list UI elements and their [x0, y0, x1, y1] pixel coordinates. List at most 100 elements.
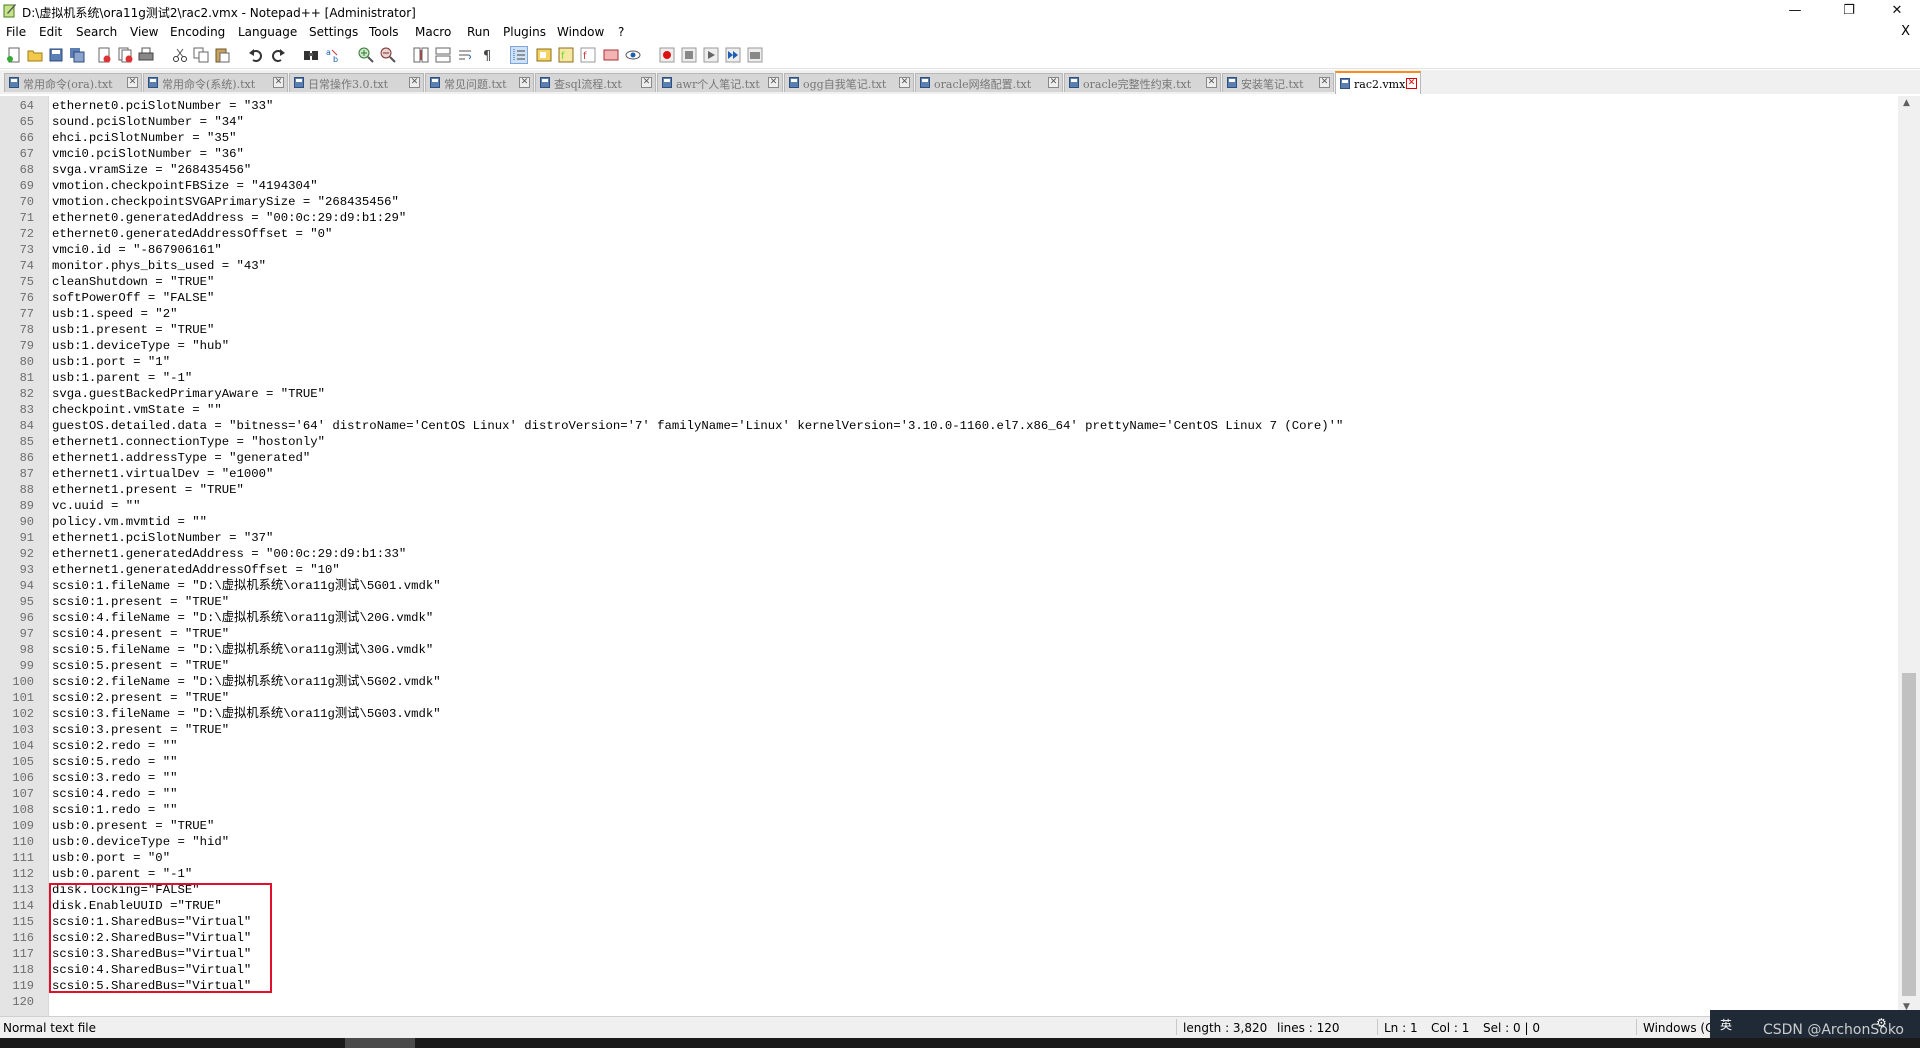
paste-icon[interactable] [214, 47, 230, 63]
vertical-scrollbar[interactable]: ▲ ▼ [1898, 96, 1920, 1016]
tab-close-icon[interactable]: ✕ [409, 77, 420, 88]
status-sel: Sel : 0 | 0 [1483, 1021, 1540, 1035]
open-file-icon[interactable] [27, 47, 43, 63]
indent-guide-icon[interactable] [510, 46, 528, 64]
find-icon[interactable] [303, 47, 319, 63]
code-line: usb:1.deviceType = "hub" [52, 339, 230, 353]
function-list-icon[interactable]: f [558, 47, 574, 63]
tab-close-icon[interactable]: ✕ [519, 77, 530, 88]
scroll-up-arrow-icon[interactable]: ▲ [1903, 98, 1910, 108]
menu-file[interactable]: File [6, 25, 26, 39]
undo-icon[interactable] [248, 47, 264, 63]
print-icon[interactable] [138, 47, 154, 63]
scrollbar-thumb[interactable] [1902, 673, 1916, 996]
monitoring-icon[interactable] [603, 47, 619, 63]
line-number: 102 [12, 707, 34, 721]
code-line: scsi0:1.present = "TRUE" [52, 595, 230, 609]
editor[interactable]: 64 65 66 67 68 69 70 71 72 73 74 75 76 77 78 79 80 81 82 83… [0, 96, 1898, 1016]
file-icon [294, 77, 304, 88]
new-file-icon[interactable] [6, 47, 22, 63]
close-all-icon[interactable] [117, 47, 133, 63]
line-number: 117 [12, 947, 34, 961]
stop-record-icon[interactable] [681, 47, 697, 63]
sync-vertical-icon[interactable] [413, 47, 429, 63]
close-icon[interactable] [96, 47, 112, 63]
close-document-button[interactable]: X [1901, 24, 1910, 39]
zoom-in-icon[interactable] [358, 47, 374, 63]
tab-2[interactable]: 常用命令(系统).txt ✕ [143, 73, 288, 92]
tab-close-icon[interactable]: ✕ [641, 77, 652, 88]
tab-close-icon[interactable]: ✕ [273, 77, 284, 88]
run-macro-multiple-icon[interactable] [725, 47, 741, 63]
save-macro-icon[interactable] [747, 47, 763, 63]
menu-help[interactable]: ? [618, 25, 624, 39]
menu-run[interactable]: Run [467, 25, 490, 39]
taskbar-active-item[interactable] [345, 1038, 415, 1048]
tab-9[interactable]: oracle完整性约束.txt ✕ [1064, 73, 1221, 92]
sync-horizontal-icon[interactable] [435, 47, 451, 63]
tab-7[interactable]: ogg自我笔记.txt ✕ [784, 73, 914, 92]
line-number: 70 [19, 195, 34, 209]
menu-tools[interactable]: Tools [369, 25, 399, 39]
taskbar [0, 1038, 1920, 1048]
menu-encoding[interactable]: Encoding [170, 25, 225, 39]
code-line: usb:1.speed = "2" [52, 307, 178, 321]
zoom-out-icon[interactable] [380, 47, 396, 63]
tab-close-icon[interactable]: ✕ [1206, 77, 1217, 88]
tab-close-icon[interactable]: ✕ [127, 77, 138, 88]
cut-icon[interactable] [172, 47, 188, 63]
folder-workspace-icon[interactable]: f [580, 47, 596, 63]
save-all-icon[interactable] [69, 47, 85, 63]
menu-settings[interactable]: Settings [309, 25, 358, 39]
file-icon [1069, 77, 1079, 88]
tab-close-icon[interactable]: ✕ [1048, 77, 1059, 88]
show-all-chars-icon[interactable]: ¶ [480, 47, 496, 63]
menu-bar: File Edit Search View Encoding Language … [0, 22, 1920, 42]
redo-icon[interactable] [270, 47, 286, 63]
tab-close-icon[interactable]: ✕ [899, 77, 910, 88]
eye-icon[interactable] [625, 47, 641, 63]
code-line: usb:0.port = "0" [52, 851, 171, 865]
tab-1[interactable]: 常用命令(ora).txt ✕ [4, 73, 142, 92]
close-window-button[interactable]: ✕ [1874, 0, 1920, 22]
tab-4[interactable]: 常见问题.txt ✕ [425, 73, 534, 92]
line-number: 97 [19, 627, 34, 641]
menu-macro[interactable]: Macro [415, 25, 451, 39]
tab-close-icon[interactable]: ✕ [1406, 78, 1417, 89]
line-number: 95 [19, 595, 34, 609]
menu-view[interactable]: View [130, 25, 158, 39]
word-wrap-icon[interactable] [457, 47, 473, 63]
code-line: scsi0:4.redo = "" [52, 787, 178, 801]
menu-plugins[interactable]: Plugins [503, 25, 546, 39]
menu-language[interactable]: Language [238, 25, 297, 39]
tab-5[interactable]: 查sql流程.txt ✕ [535, 73, 656, 92]
maximize-button[interactable]: ❐ [1826, 0, 1872, 22]
code-line: scsi0:3.fileName = "D:\虚拟机系统\ora11g测试\5G… [52, 707, 441, 721]
tab-6[interactable]: awr个人笔记.txt ✕ [657, 73, 783, 92]
tab-label: rac2.vmx [1354, 78, 1406, 91]
tab-11-active[interactable]: rac2.vmx ✕ [1335, 71, 1421, 94]
tab-close-icon[interactable]: ✕ [768, 77, 779, 88]
code-line: scsi0:2.present = "TRUE" [52, 691, 230, 705]
code-line: sound.pciSlotNumber = "34" [52, 115, 244, 129]
tab-10[interactable]: 安装笔记.txt ✕ [1222, 73, 1334, 92]
document-map-icon[interactable] [536, 47, 552, 63]
tab-3[interactable]: 日常操作3.0.txt ✕ [289, 73, 424, 92]
replace-icon[interactable]: ab [325, 47, 341, 63]
copy-icon[interactable] [193, 47, 209, 63]
menu-edit[interactable]: Edit [39, 25, 62, 39]
tab-close-icon[interactable]: ✕ [1319, 77, 1330, 88]
menu-search[interactable]: Search [76, 25, 117, 39]
ime-indicator[interactable]: 英 [1720, 1016, 1732, 1033]
code-line: ethernet0.pciSlotNumber = "33" [52, 99, 274, 113]
minimize-button[interactable]: — [1772, 0, 1818, 22]
tab-8[interactable]: oracle网络配置.txt ✕ [915, 73, 1063, 92]
save-icon[interactable] [48, 47, 64, 63]
record-macro-icon[interactable] [659, 47, 675, 63]
code-line: ethernet1.pciSlotNumber = "37" [52, 531, 274, 545]
line-number: 120 [12, 995, 34, 1009]
menu-window[interactable]: Window [557, 25, 604, 39]
play-macro-icon[interactable] [703, 47, 719, 63]
code-line: softPowerOff = "FALSE" [52, 291, 215, 305]
line-number: 119 [12, 979, 34, 993]
